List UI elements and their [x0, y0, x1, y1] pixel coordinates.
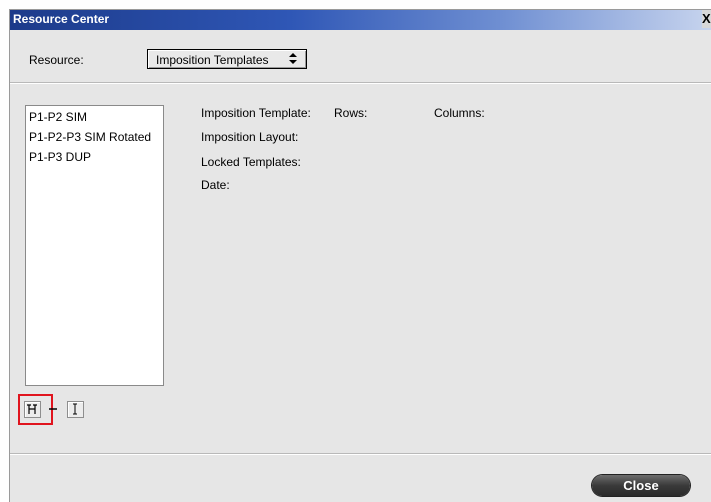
date-label: Date: — [201, 178, 230, 192]
list-item[interactable]: P1-P2-P3 SIM Rotated — [29, 130, 151, 146]
remove-template-button[interactable] — [46, 401, 63, 418]
resource-label: Resource: — [29, 53, 84, 67]
window-close-icon[interactable]: X — [702, 10, 711, 28]
resource-select-value: Imposition Templates — [156, 53, 269, 67]
list-item[interactable]: P1-P2 SIM — [29, 110, 87, 126]
list-item[interactable]: P1-P3 DUP — [29, 150, 91, 166]
template-list[interactable]: P1-P2 SIM P1-P2-P3 SIM Rotated P1-P3 DUP — [25, 105, 164, 386]
locked-templates-label: Locked Templates: — [201, 155, 301, 169]
rename-template-button[interactable] — [67, 401, 84, 418]
window-title: Resource Center — [13, 12, 110, 26]
resource-center-window: Resource Center X Resource: Imposition T… — [9, 9, 711, 502]
columns-label: Columns: — [434, 106, 485, 120]
imposition-template-label: Imposition Template: — [201, 106, 311, 120]
imposition-layout-label: Imposition Layout: — [201, 130, 299, 144]
close-button[interactable]: Close — [592, 475, 690, 496]
resource-select[interactable]: Imposition Templates — [147, 49, 307, 69]
separator-highlight — [10, 83, 711, 84]
footer-separator-highlight — [10, 454, 711, 455]
select-arrows-icon — [288, 52, 298, 68]
rows-label: Rows: — [334, 106, 368, 120]
title-bar: Resource Center X — [10, 10, 711, 30]
